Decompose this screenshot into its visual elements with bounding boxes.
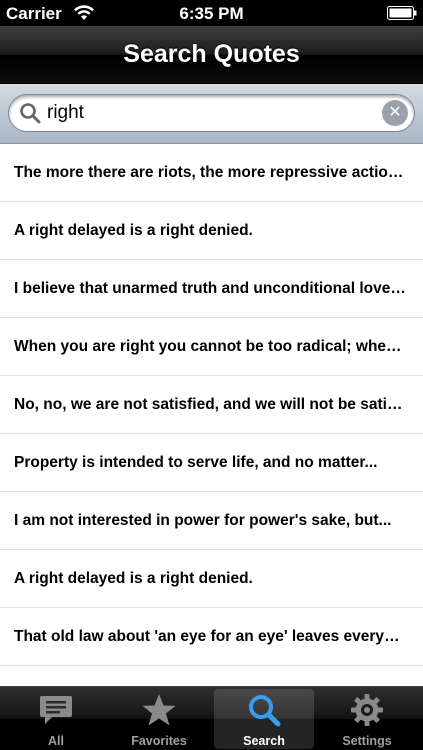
status-bar: Carrier 6:35 PM: [0, 0, 423, 26]
search-input[interactable]: [47, 99, 377, 127]
quote-text: I am not interested in power for power's…: [14, 511, 392, 529]
quote-text: A right delayed is a right denied.: [14, 221, 253, 239]
list-item[interactable]: A right delayed is a right denied.: [0, 550, 423, 608]
tab-label: Search: [243, 734, 285, 748]
list-item[interactable]: That old law about 'an eye for an eye' l…: [0, 608, 423, 666]
quote-text: A right delayed is a right denied.: [14, 569, 253, 587]
tab-settings[interactable]: Settings: [317, 689, 417, 749]
tab-label: All: [48, 734, 64, 748]
list-item[interactable]: I am not interested in power for power's…: [0, 492, 423, 550]
quote-text: No, no, we are not satisfied, and we wil…: [14, 395, 409, 413]
search-icon: [20, 103, 41, 124]
tab-favorites[interactable]: Favorites: [109, 689, 209, 749]
page-title: Search Quotes: [123, 40, 300, 68]
tab-bar: All Favorites Search Settings: [0, 686, 423, 750]
tab-label: Settings: [342, 734, 392, 748]
quote-text: The more there are riots, the more repre…: [14, 163, 409, 181]
list-item[interactable]: When you are right you cannot be too rad…: [0, 318, 423, 376]
list-item[interactable]: No, no, we are not satisfied, and we wil…: [0, 376, 423, 434]
search-field[interactable]: ✕: [8, 94, 415, 132]
list-item[interactable]: The more there are riots, the more repre…: [0, 144, 423, 202]
search-bar: ✕: [0, 84, 423, 144]
speech-bubble-icon: [40, 696, 72, 724]
results-list: The more there are riots, the more repre…: [0, 144, 423, 686]
quote-text: When you are right you cannot be too rad…: [14, 337, 409, 355]
clear-icon[interactable]: ✕: [382, 100, 408, 126]
navigation-bar: Search Quotes: [0, 26, 423, 84]
list-item[interactable]: I believe that unarmed truth and uncondi…: [0, 260, 423, 318]
tab-all[interactable]: All: [6, 689, 106, 749]
magnifier-icon: [249, 695, 281, 727]
star-icon: [142, 694, 176, 726]
tab-label: Favorites: [131, 734, 187, 748]
gear-icon: [351, 694, 383, 726]
battery-icon: [387, 6, 417, 20]
tab-search[interactable]: Search: [214, 689, 314, 749]
status-time: 6:35 PM: [179, 4, 244, 23]
list-item[interactable]: Property is intended to serve life, and …: [0, 434, 423, 492]
list-item[interactable]: [0, 666, 423, 686]
quote-text: Property is intended to serve life, and …: [14, 453, 378, 471]
list-item[interactable]: A right delayed is a right denied.: [0, 202, 423, 260]
quote-text: I believe that unarmed truth and uncondi…: [14, 279, 409, 297]
quote-text: That old law about 'an eye for an eye' l…: [14, 627, 409, 645]
